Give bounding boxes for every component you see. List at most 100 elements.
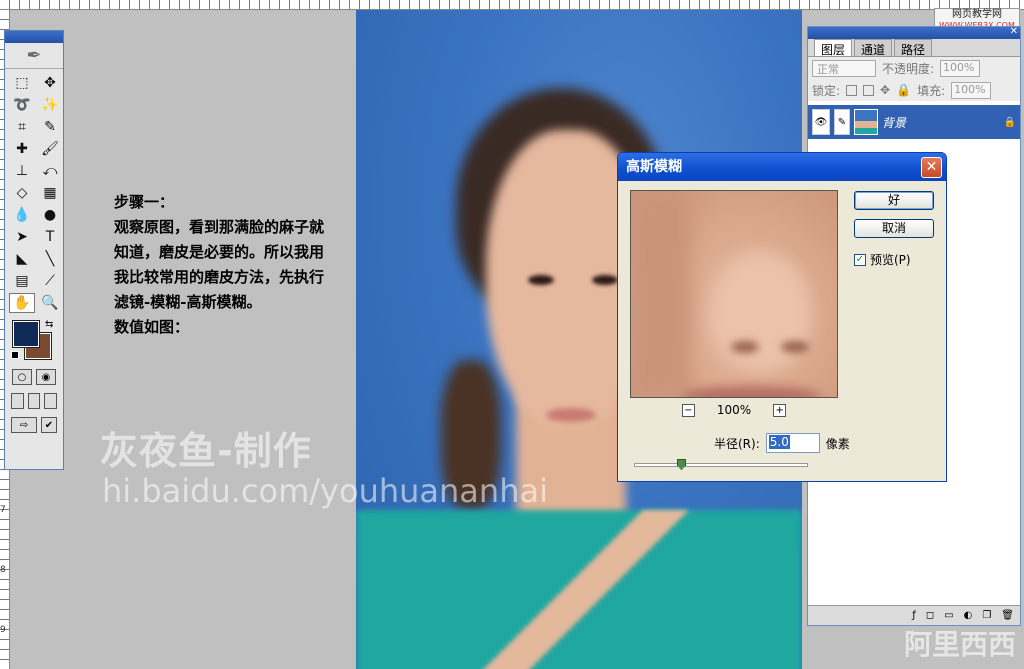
foreground-color-swatch[interactable] <box>12 320 40 348</box>
preview-nostril-left <box>731 341 759 353</box>
feather-logo-icon[interactable]: ✒ <box>5 43 63 69</box>
layers-footer: ƒ ◻ ▭ ◐ ❐ 🗑 <box>808 605 1020 625</box>
new-layer-icon[interactable]: ❐ <box>982 610 991 621</box>
slice-tool-icon[interactable]: ✎ <box>37 117 63 137</box>
edit-check-icon[interactable]: ✔ <box>41 417 57 433</box>
cancel-button[interactable]: 取消 <box>854 219 934 238</box>
zoom-tool-icon[interactable]: 🔍 <box>37 293 63 313</box>
dialog-titlebar[interactable]: 高斯模糊 ✕ <box>618 153 946 181</box>
color-swatches: ⇆ <box>5 319 63 365</box>
adjustment-layer-icon[interactable]: ◐ <box>964 610 973 621</box>
tab-paths[interactable]: 路径 <box>894 39 933 57</box>
jump-to-imageready-icon[interactable]: ⇨ <box>11 417 37 433</box>
delete-layer-icon[interactable]: 🗑 <box>1001 610 1014 621</box>
crop-tool-icon[interactable]: ⌗ <box>9 117 35 137</box>
ruler-mark-9: 9 <box>0 625 6 635</box>
radius-value: 5.0 <box>768 435 790 449</box>
tutorial-line: 我比较常用的磨皮方法，先执行 <box>114 268 325 286</box>
corner-watermark: 阿里西西 <box>903 628 1016 661</box>
add-mask-icon[interactable]: ◻ <box>926 610 934 621</box>
filter-preview[interactable] <box>630 190 838 398</box>
tab-layers[interactable]: 图层 <box>814 39 853 57</box>
close-icon[interactable]: ✕ <box>921 157 942 178</box>
layers-palette-titlebar[interactable]: ✕ <box>808 26 1020 39</box>
dodge-tool-icon[interactable]: ● <box>37 205 63 225</box>
blend-mode-select[interactable]: 正常 <box>812 59 876 77</box>
lock-transparency-icon[interactable] <box>846 84 858 96</box>
line-tool-icon[interactable]: ╲ <box>37 249 63 269</box>
preview-nostril-right <box>781 341 809 353</box>
brush-link-icon[interactable]: ✎ <box>834 109 850 135</box>
photo-mouth <box>546 408 596 422</box>
notes-tool-icon[interactable]: ▤ <box>9 271 35 291</box>
new-group-icon[interactable]: ▭ <box>944 610 953 621</box>
fill-label: 填充: <box>917 83 946 98</box>
standard-mode-icon[interactable]: ○ <box>12 369 32 385</box>
preview-checkbox[interactable]: ✓ <box>854 253 866 266</box>
preview-nose <box>711 251 811 371</box>
ruler-top <box>0 0 1024 10</box>
radius-slider-track[interactable] <box>634 463 808 467</box>
preview-shadow <box>631 191 691 397</box>
author-watermark: 灰夜鱼-制作 <box>100 429 312 473</box>
quick-mask-mode-icon[interactable]: ◉ <box>36 369 56 385</box>
path-selection-tool-icon[interactable]: ➤ <box>9 227 35 247</box>
toolbox: ✒ ⬚ ✥ ➰ ✨ ⌗ ✎ ✚ 🖌 ⊥ ⤺ ◇ ▦ 💧 ● ➤ T ◣ ╲ ▤ … <box>4 30 64 470</box>
default-colors-icon[interactable] <box>11 351 19 359</box>
lock-pixels-icon[interactable] <box>863 84 875 96</box>
zoom-level: 100% <box>716 403 752 417</box>
zoom-in-button[interactable]: + <box>773 403 787 417</box>
brush-tool-icon[interactable]: 🖌 <box>37 139 63 159</box>
layer-lock-icon: 🔒 <box>1003 116 1016 128</box>
ruler-mark-7: 7 <box>0 505 6 515</box>
healing-brush-tool-icon[interactable]: ✚ <box>9 139 35 159</box>
zoom-out-button[interactable]: − <box>681 403 695 417</box>
photo-collar <box>456 510 706 669</box>
toolbox-titlebar[interactable] <box>5 31 63 43</box>
blur-tool-icon[interactable]: 💧 <box>9 205 35 225</box>
preview-label: 预览(P) <box>870 253 911 267</box>
swap-colors-icon[interactable]: ⇆ <box>45 319 53 330</box>
layer-thumbnail <box>854 109 878 135</box>
palette-tabs: 图层 通道 路径 <box>808 39 1020 57</box>
tutorial-step-title: 步骤一： <box>114 193 175 211</box>
type-tool-icon[interactable]: T <box>37 227 63 247</box>
opacity-label: 不透明度: <box>882 61 935 76</box>
fill-field[interactable]: 100% <box>951 81 992 99</box>
layer-row-background[interactable]: 👁 ✎ 背景 🔒 <box>808 105 1020 139</box>
ok-button[interactable]: 好 <box>854 191 934 210</box>
tutorial-line: 数值如图： <box>114 318 190 336</box>
radius-slider-thumb[interactable] <box>676 459 686 470</box>
eraser-tool-icon[interactable]: ◇ <box>9 183 35 203</box>
dialog-title: 高斯模糊 <box>626 159 682 175</box>
hand-tool-icon[interactable]: ✋ <box>9 293 35 313</box>
history-brush-tool-icon[interactable]: ⤺ <box>37 161 63 181</box>
pen-tool-icon[interactable]: ◣ <box>9 249 35 269</box>
move-tool-icon[interactable]: ✥ <box>37 73 63 93</box>
close-icon[interactable]: ✕ <box>1010 26 1018 37</box>
layer-name: 背景 <box>882 115 907 130</box>
gradient-tool-icon[interactable]: ▦ <box>37 183 63 203</box>
tutorial-line: 滤镜-模糊-高斯模糊。 <box>114 293 262 311</box>
full-screen-icon[interactable] <box>44 393 58 409</box>
lock-label: 锁定: <box>812 83 841 98</box>
tab-channels[interactable]: 通道 <box>854 39 893 57</box>
marquee-tool-icon[interactable]: ⬚ <box>9 73 35 93</box>
lock-all-icon[interactable]: 🔒 <box>896 83 911 97</box>
clone-stamp-tool-icon[interactable]: ⊥ <box>9 161 35 181</box>
full-screen-menu-icon[interactable] <box>27 393 41 409</box>
opacity-field[interactable]: 100% <box>940 59 981 77</box>
standard-screen-icon[interactable] <box>11 393 24 409</box>
eyedropper-tool-icon[interactable]: ⟋ <box>37 271 63 291</box>
layer-style-icon[interactable]: ƒ <box>912 610 916 621</box>
tutorial-line: 观察原图，看到那满脸的麻子就 <box>114 218 325 236</box>
magic-wand-tool-icon[interactable]: ✨ <box>37 95 63 115</box>
eye-visibility-icon[interactable]: 👁 <box>812 109 830 135</box>
lock-position-icon[interactable]: ✥ <box>880 83 890 97</box>
radius-unit: 像素 <box>825 436 850 451</box>
radius-input[interactable]: 5.0 <box>765 433 820 453</box>
ruler-mark-8: 8 <box>0 565 6 575</box>
photo-eye-right <box>592 275 618 285</box>
lasso-tool-icon[interactable]: ➰ <box>9 95 35 115</box>
radius-label: 半径(R): <box>714 436 760 451</box>
